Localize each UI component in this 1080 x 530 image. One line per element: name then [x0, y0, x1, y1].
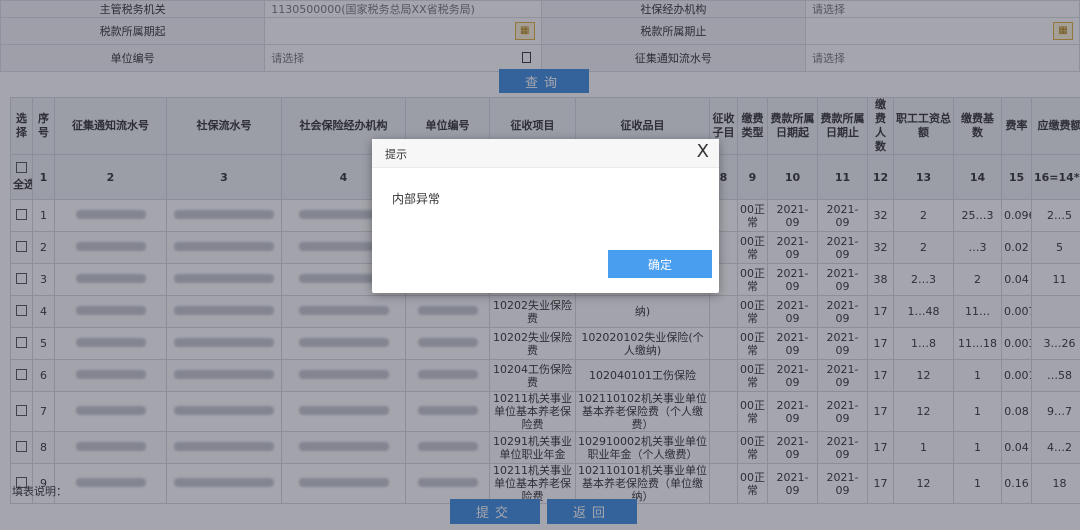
dialog-header: 提示 X — [372, 139, 719, 168]
close-icon[interactable]: X — [697, 141, 709, 162]
alert-dialog: 提示 X 内部异常 确定 — [372, 139, 719, 293]
dialog-title: 提示 — [385, 148, 407, 161]
dialog-message: 内部异常 — [392, 192, 441, 206]
confirm-button[interactable]: 确定 — [608, 250, 712, 278]
